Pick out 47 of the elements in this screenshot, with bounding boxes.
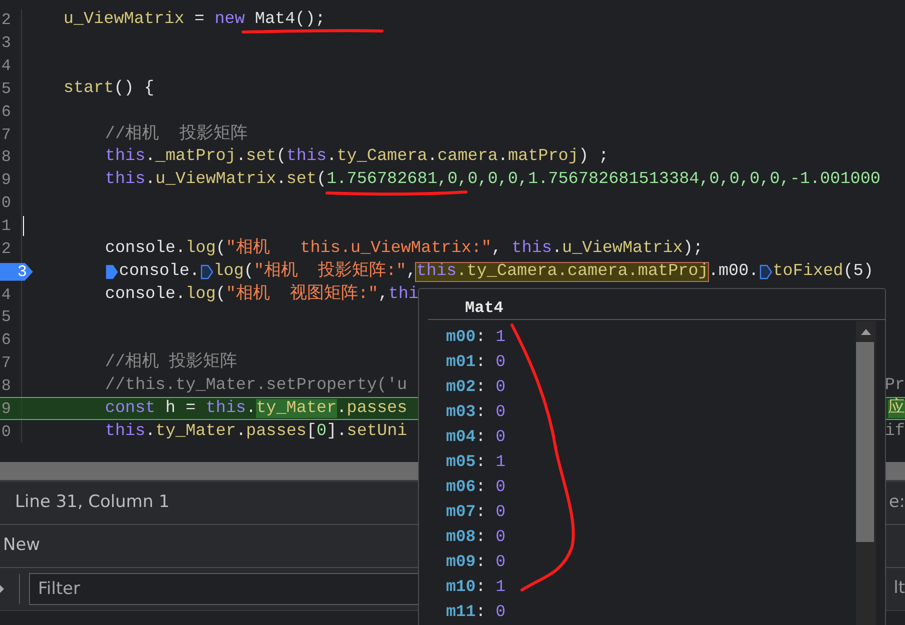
cursor-position: Line 31, Column 1: [14, 491, 170, 514]
code-text: u_ViewMatrix = new Mat4();: [64, 11, 326, 30]
code-text: console.log("相机 视图矩阵:",thi: [105, 286, 419, 304]
code-text: this.ty_Mater.passes[0].setUni: [105, 422, 408, 441]
property-name: m01:: [446, 351, 486, 374]
code-text: const h = this.ty_Mater.passes: [105, 400, 408, 418]
code-comment: //this.ty_Mater.setProperty('u: [105, 376, 408, 395]
code-text: 应: [888, 400, 905, 418]
property-name: m03:: [446, 401, 486, 424]
code-text: toFixed(5): [772, 262, 874, 281]
highlighted-expression: this.ty_Camera.camera.matProj: [416, 262, 708, 281]
code-text: this.u_ViewMatrix.set(1.756782681,0,0,0,0,1.756782681513384,0,0,0,0,-1.001000: [105, 171, 880, 190]
property-value: 0: [496, 426, 506, 448]
property-name: m08:: [446, 526, 486, 548]
property-name: m11:: [446, 601, 486, 624]
code-text: if: [884, 422, 905, 441]
property-value: 0: [496, 526, 506, 548]
property-value: 0: [496, 501, 506, 524]
code-text: this._matProj.set(this.ty_Camera.camera.matProj) ;: [105, 148, 609, 166]
property-name: m04:: [446, 426, 486, 448]
property-value: 0: [496, 401, 506, 424]
property-name: m05:: [446, 451, 486, 474]
code-text: console.: [119, 262, 200, 281]
property-name: m00:: [446, 326, 486, 348]
code-text: start() {: [64, 80, 154, 98]
property-name: m10:: [446, 576, 486, 598]
code-comment: //相机 投影矩阵: [105, 126, 248, 144]
code-text: log("相机 投影矩阵:",: [214, 262, 416, 281]
code-comment: //相机 投影矩阵: [105, 354, 238, 372]
property-name: m07:: [446, 501, 486, 524]
code-text: console.log("相机 this.u_ViewMatrix:", this.u_ViewMatrix);: [105, 240, 704, 258]
property-value: 0: [496, 376, 506, 398]
popover-title: Mat4: [428, 289, 885, 320]
code-text: Pr: [884, 376, 905, 395]
property-value: 0: [496, 551, 506, 574]
property-value: 0: [496, 351, 506, 374]
panel-text: e:: [888, 491, 905, 514]
property-value: 1: [496, 326, 506, 348]
property-value: 1: [496, 451, 506, 474]
property-value: 0: [496, 601, 506, 624]
property-value: 0: [496, 476, 506, 498]
property-name: m06:: [446, 476, 486, 498]
code-text: .m00.: [708, 262, 759, 281]
property-name: m09:: [446, 551, 486, 574]
property-name: m02:: [446, 376, 486, 398]
property-value: 1: [496, 576, 506, 598]
panel-text: lt: [894, 577, 905, 600]
